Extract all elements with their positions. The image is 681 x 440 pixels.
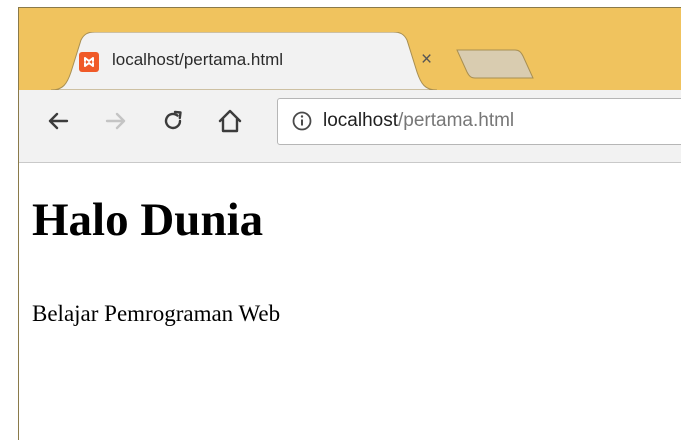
page-content: Halo Dunia Belajar Pemrograman Web — [19, 163, 681, 440]
home-icon — [218, 109, 242, 133]
url-text[interactable]: localhost/pertama.html — [323, 110, 514, 132]
reload-button[interactable] — [156, 104, 190, 138]
forward-arrow-icon — [105, 112, 126, 130]
back-button[interactable] — [41, 104, 75, 138]
browser-toolbar: localhost/pertama.html — [19, 90, 681, 163]
address-bar[interactable]: localhost/pertama.html — [277, 98, 681, 145]
page-heading: Halo Dunia — [32, 194, 264, 246]
tab-close-button[interactable]: × — [421, 49, 432, 71]
screen: localhost/pertama.html × localhost/perta… — [0, 0, 681, 440]
page-paragraph: Belajar Pemrograman Web — [32, 301, 281, 326]
xampp-icon — [79, 52, 99, 72]
url-host: localhost — [323, 110, 398, 131]
forward-button[interactable] — [99, 104, 133, 138]
browser-window: localhost/pertama.html × localhost/perta… — [18, 7, 681, 440]
new-tab-button[interactable] — [455, 48, 537, 80]
tab-title: localhost/pertama.html — [112, 50, 284, 69]
home-button[interactable] — [213, 104, 247, 138]
back-arrow-icon — [48, 112, 69, 130]
reload-icon — [164, 110, 182, 130]
desktop-background-left — [0, 0, 18, 440]
info-icon[interactable] — [291, 110, 313, 132]
tab-strip: localhost/pertama.html × — [19, 8, 681, 94]
url-path: /pertama.html — [398, 110, 515, 131]
